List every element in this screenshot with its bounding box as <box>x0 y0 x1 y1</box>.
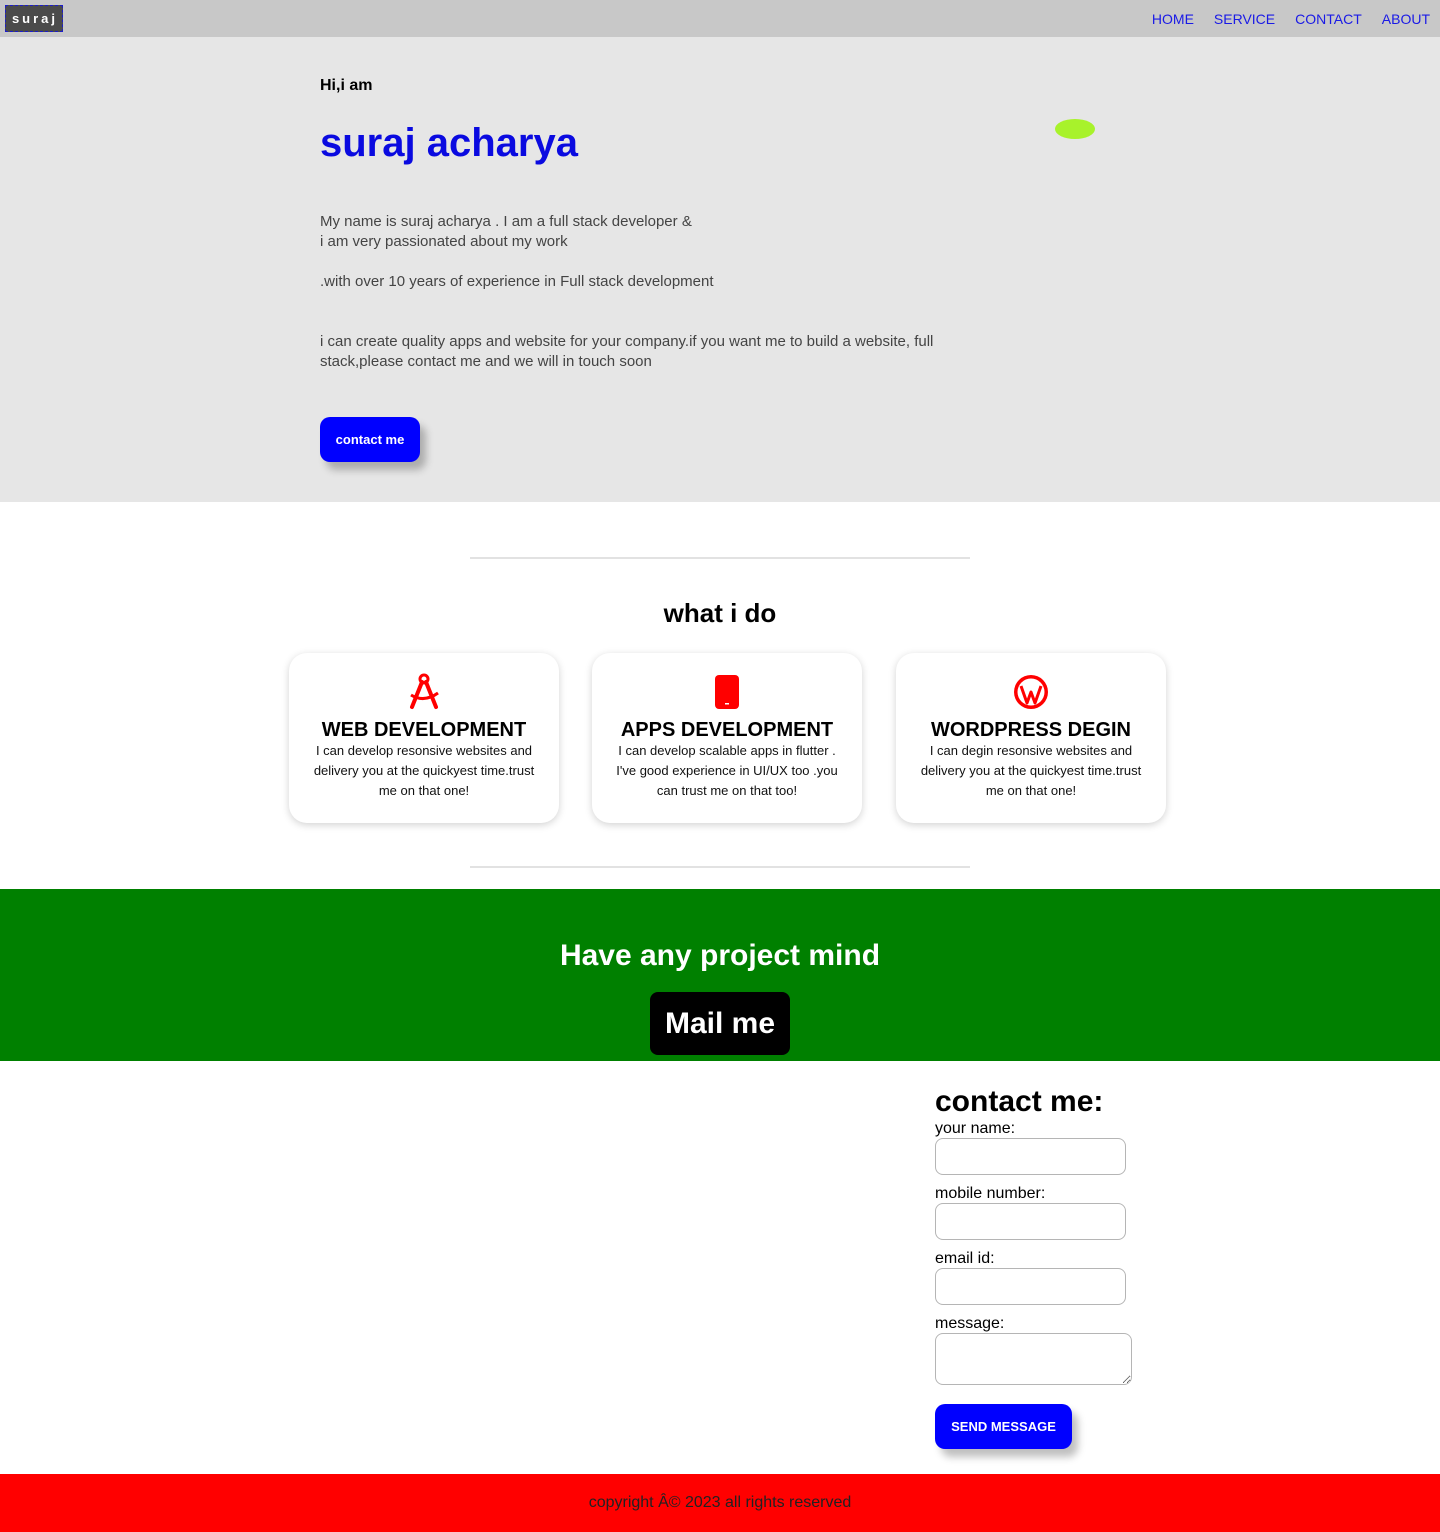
send-message-button[interactable]: SEND MESSAGE <box>935 1404 1072 1449</box>
name-label: your name: <box>935 1120 1016 1137</box>
navbar: suraj HOME SERVICE CONTACT ABOUT <box>0 0 1440 37</box>
nav-link-service[interactable]: SERVICE <box>1214 11 1275 27</box>
name-input[interactable] <box>935 1138 1126 1175</box>
hero-name: suraj acharya <box>320 121 578 165</box>
message-label: message: <box>935 1315 1005 1332</box>
hero-section: Hi,i am suraj acharya My name is suraj a… <box>0 37 1440 502</box>
contact-me-button[interactable]: contact me <box>320 417 420 462</box>
service-card-title: WEB DEVELOPMENT <box>321 719 527 741</box>
hero-experience: .with over 10 years of experience in Ful… <box>320 273 714 290</box>
cta-section: Have any project mind Mail me <box>0 889 1440 1061</box>
compass-icon <box>289 673 559 711</box>
cta-title: Have any project mind <box>559 939 881 972</box>
divider-bottom <box>470 866 970 868</box>
nav-link-about[interactable]: ABOUT <box>1382 11 1430 27</box>
service-card-wordpress: WORDPRESS DEGIN I can degin resonsive we… <box>896 653 1166 823</box>
contact-form: contact me: your name: mobile number: em… <box>935 1085 1195 1449</box>
site-logo[interactable]: suraj <box>5 5 63 32</box>
hero-intro-line1: My name is suraj acharya . I am a full s… <box>320 213 692 230</box>
mobile-input[interactable] <box>935 1203 1126 1240</box>
mobile-icon <box>592 673 862 711</box>
service-card-title: WORDPRESS DEGIN <box>930 719 1132 741</box>
message-textarea[interactable] <box>935 1333 1132 1385</box>
hero-greeting: Hi,i am <box>320 77 373 94</box>
service-card-apps: APPS DEVELOPMENT I can develop scalable … <box>592 653 862 823</box>
hero-intro-line2: i am very passionated about my work <box>320 233 568 250</box>
wordpress-icon <box>896 673 1166 711</box>
mail-me-button[interactable]: Mail me <box>650 992 790 1055</box>
decorative-blob <box>1055 119 1095 139</box>
services-title: what i do <box>663 598 777 628</box>
email-label: email id: <box>935 1250 995 1267</box>
service-card-text: I can develop scalable apps in flutter .… <box>616 743 838 798</box>
footer-copyright: copyright Â© 2023 all rights reserved <box>588 1494 852 1511</box>
service-card-web: WEB DEVELOPMENT I can develop resonsive … <box>289 653 559 823</box>
hero-intro: My name is suraj acharya . I am a full s… <box>320 212 692 252</box>
service-card-text: I can develop resonsive websites and del… <box>313 743 535 798</box>
hero-pitch: i can create quality apps and website fo… <box>320 333 934 370</box>
nav-link-home[interactable]: HOME <box>1152 11 1194 27</box>
mobile-label: mobile number: <box>935 1185 1046 1202</box>
nav-link-contact[interactable]: CONTACT <box>1295 11 1362 27</box>
email-input[interactable] <box>935 1268 1126 1305</box>
divider-top <box>470 557 970 559</box>
nav-links: HOME SERVICE CONTACT ABOUT <box>1152 0 1430 37</box>
contact-form-title: contact me: <box>935 1085 1104 1118</box>
service-card-title: APPS DEVELOPMENT <box>620 719 834 741</box>
footer: copyright Â© 2023 all rights reserved <box>0 1474 1440 1532</box>
service-card-text: I can degin resonsive websites and deliv… <box>920 743 1142 798</box>
